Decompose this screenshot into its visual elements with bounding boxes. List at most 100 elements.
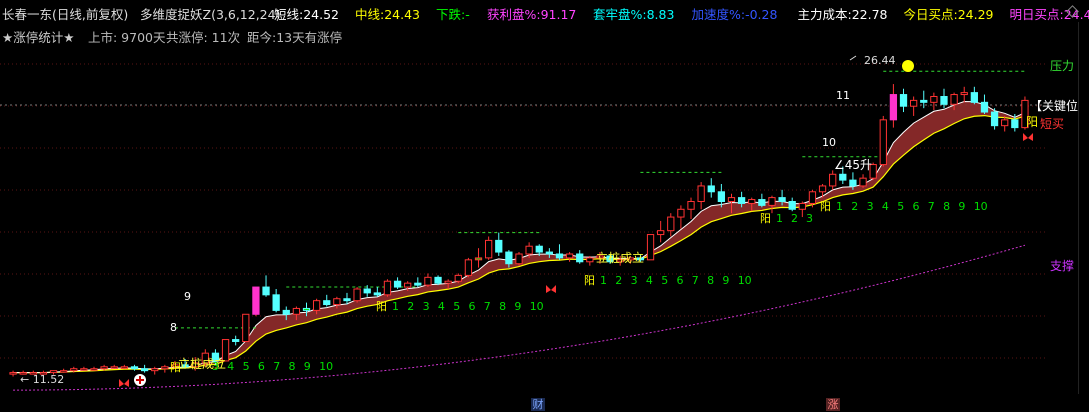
candle-body: [444, 280, 452, 284]
count-digit: 7: [273, 360, 280, 373]
count-digit: 2: [407, 300, 414, 313]
candle-body: [555, 253, 564, 259]
limit-tag[interactable]: 涨: [826, 398, 840, 411]
count-digit: 5: [453, 300, 460, 313]
candle-body: [60, 370, 68, 373]
count-mark: 8: [170, 321, 177, 334]
short-buy-label: 短买: [1040, 117, 1064, 131]
candle-body: [130, 366, 139, 370]
price-chart[interactable]: 压力支撑【关键位:短买阳← 11.5226.44891011∠45升立桩成立立桩…: [0, 44, 1079, 394]
candle-body: [586, 257, 594, 263]
count-mark: 10: [822, 136, 836, 149]
candle-body: [727, 197, 736, 203]
candle-body: [940, 96, 948, 105]
candle-body: [454, 274, 462, 282]
count-mark: 11: [836, 89, 850, 102]
candle-body: [353, 288, 361, 302]
candle-body: [707, 185, 715, 193]
candle-body: [373, 292, 381, 296]
candle-body: [393, 280, 402, 288]
candle-body: [717, 191, 726, 202]
count-digit: 3: [867, 200, 874, 213]
high-pointer: [849, 55, 857, 61]
candle-body: [252, 286, 260, 315]
mid-line: [13, 114, 1026, 374]
header-item-3: 获利盘%:91.17: [487, 7, 577, 22]
candle-body: [262, 286, 270, 296]
candle-body: [687, 201, 695, 210]
count-digit: 9: [304, 360, 311, 373]
header-item-7: 今日买点:24.29: [903, 7, 994, 22]
candle-body: [100, 366, 108, 370]
count-digit: 9: [514, 300, 521, 313]
candle-body: [505, 251, 513, 265]
sun-marker: [902, 60, 914, 72]
candle-body: [748, 199, 756, 204]
finance-tag[interactable]: 财: [531, 398, 545, 411]
candle-body: [161, 366, 169, 370]
candle-body: [292, 307, 301, 315]
count-digit: 2: [791, 212, 798, 225]
count-digit: 9: [958, 200, 965, 213]
butterfly-icon: [119, 379, 129, 387]
candle-body: [576, 253, 584, 263]
stock-title[interactable]: 长春一东(日线,前复权): [2, 4, 128, 22]
yang-label-right: 阳: [1026, 115, 1038, 129]
butterfly-icon: [546, 285, 556, 293]
yang-count-label: 阳: [376, 300, 387, 313]
count-digit: 4: [882, 200, 889, 213]
candle-body: [383, 280, 392, 296]
count-digit: 1: [600, 274, 607, 287]
candle-body: [677, 208, 685, 218]
candle-body: [990, 111, 999, 127]
candle-body: [667, 216, 675, 232]
candle-body: [110, 366, 118, 369]
key-level-label: 【关键位:: [1030, 98, 1079, 113]
count-digit: 10: [738, 274, 752, 287]
candle-body: [474, 257, 483, 261]
candle-body: [970, 92, 978, 103]
candle-body: [140, 368, 149, 372]
candle-body: [282, 309, 290, 315]
candle-body: [646, 234, 655, 261]
count-digit: 4: [227, 360, 234, 373]
count-digit: 5: [897, 200, 904, 213]
count-mark: 9: [184, 290, 191, 303]
candle-body: [798, 202, 806, 210]
candle-body: [272, 294, 280, 311]
low-price-label: ← 11.52: [20, 373, 64, 386]
count-digit: 6: [258, 360, 265, 373]
yang-count-label: 阳: [170, 361, 181, 374]
candle-body: [515, 253, 523, 265]
candle-body: [414, 282, 422, 286]
candle-body: [485, 239, 493, 259]
candle-body: [495, 239, 503, 253]
candle-body: [90, 368, 98, 371]
angle-label: ∠45升: [834, 158, 872, 172]
count-digit: 2: [615, 274, 622, 287]
candle-body: [788, 201, 796, 210]
candle-body: [1001, 119, 1009, 127]
candle-body: [545, 251, 553, 255]
indicator-name[interactable]: 多维度捉妖Z(3,6,12,24): [140, 4, 280, 22]
yang-count-label: 阳: [584, 274, 595, 287]
candle-body: [312, 300, 321, 311]
count-digit: 10: [319, 360, 333, 373]
count-digit: 1: [776, 212, 783, 225]
candle-body: [808, 191, 817, 204]
candle-body: [737, 197, 746, 204]
candle-body: [151, 368, 159, 372]
count-digit: 1: [392, 300, 399, 313]
candle-body: [323, 300, 331, 306]
established-label-2: 立桩成立: [596, 250, 644, 265]
candle-body: [960, 92, 968, 96]
header-item-1: 中线:24.43: [355, 7, 420, 22]
count-digit: 3: [423, 300, 430, 313]
count-digit: 2: [851, 200, 858, 213]
support-label: 支撑: [1050, 258, 1074, 273]
count-digit: 6: [677, 274, 684, 287]
right-scrollbar[interactable]: [1078, 22, 1089, 394]
count-digit: 4: [438, 300, 445, 313]
count-digit: 6: [913, 200, 920, 213]
candle-body: [768, 197, 776, 206]
